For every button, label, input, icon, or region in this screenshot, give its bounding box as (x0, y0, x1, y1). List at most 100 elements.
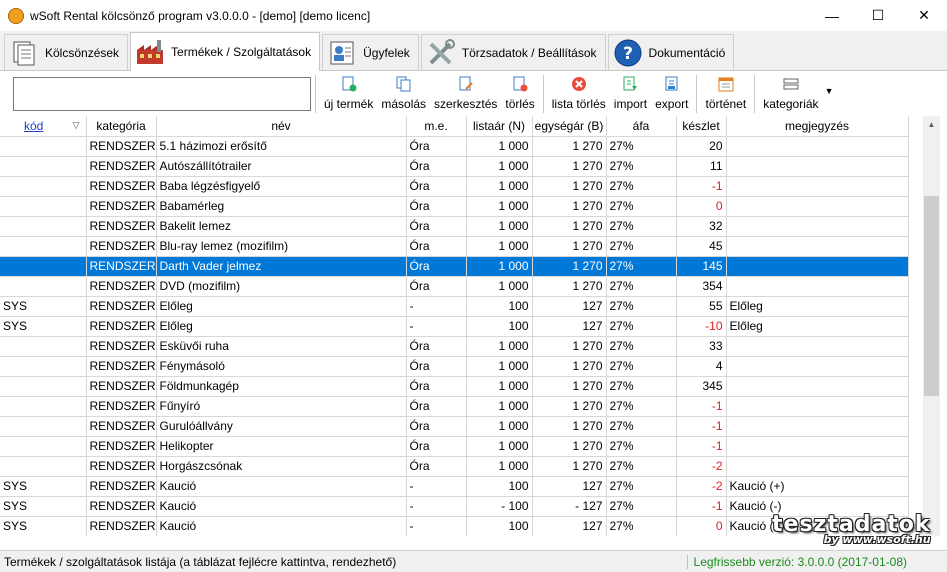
import-button[interactable]: import (610, 72, 651, 111)
cell-listaar: 1 000 (466, 336, 533, 357)
column-header-kategoria[interactable]: kategória (86, 116, 157, 137)
scrollbar-thumb[interactable] (924, 196, 939, 396)
status-bar: Termékek / szolgáltatások listája (a táb… (0, 550, 947, 572)
column-header-kod[interactable]: kód ▽ (0, 116, 87, 137)
cell-egysegar: 1 270 (532, 456, 607, 477)
table-row[interactable]: RENDSZER Baba légzésfigyelő Óra 1 000 1 270 2… (0, 176, 909, 197)
table-row[interactable]: SYS RENDSZER Kaució -100 127 27% -2 Kaució (+) (0, 476, 909, 497)
table-row[interactable]: RENDSZER Fénymásoló Óra 1 000 1 270 27% 4 (0, 356, 909, 377)
cell-afa: 27% (606, 216, 677, 237)
cell-nev: Fénymásoló (156, 356, 407, 377)
column-header-afa[interactable]: áfa (606, 116, 677, 137)
cell-keszlet: 145 (676, 256, 727, 277)
cell-me: - (406, 516, 467, 536)
table-row[interactable]: RENDSZER Darth Vader jelmez Óra 1 000 1 270 2… (0, 256, 909, 277)
search-input[interactable] (13, 77, 311, 111)
cell-kod (0, 276, 87, 297)
table-row[interactable]: RENDSZER Babamérleg Óra 1 000 1 270 27% 0 (0, 196, 909, 217)
cell-me: Óra (406, 236, 467, 257)
export-label: export (655, 97, 689, 111)
cell-megjegyzes: Előleg (726, 296, 909, 317)
table-row[interactable]: RENDSZER Gurulóállvány Óra 1 000 1 270 27% -1 (0, 416, 909, 437)
cell-megjegyzes (726, 436, 909, 457)
cell-kategoria: RENDSZER (86, 196, 157, 217)
table-row[interactable]: SYS RENDSZER Előleg -100 127 27% 55 Előleg (0, 296, 909, 317)
cell-kategoria: RENDSZER (86, 216, 157, 237)
tab-kolcsonzesek[interactable]: Kölcsönzések (4, 34, 129, 70)
contact-card-icon (327, 38, 357, 68)
list-delete-button[interactable]: lista törlés (548, 72, 610, 111)
copy-button[interactable]: másolás (377, 72, 430, 111)
cell-keszlet: 20 (676, 136, 727, 157)
cell-megjegyzes: Kaució (+) (726, 476, 909, 497)
cell-me: Óra (406, 336, 467, 357)
cell-kategoria: RENDSZER (86, 496, 157, 517)
table-row[interactable]: RENDSZER Helikopter Óra 1 000 1 270 27% -1 (0, 436, 909, 457)
table-row[interactable]: RENDSZER Bakelit lemez Óra 1 000 1 270 27% 32 (0, 216, 909, 237)
scroll-up-arrow-icon[interactable]: ▲ (923, 116, 940, 133)
cell-megjegyzes: Előleg (726, 316, 909, 337)
import-label: import (613, 97, 648, 111)
cell-egysegar: 127 (532, 296, 607, 317)
table-row[interactable]: RENDSZER 5.1 házimozi erősítő Óra 1 000 1 27… (0, 136, 909, 157)
cell-nev: Előleg (156, 296, 407, 317)
cell-me: - (406, 476, 467, 497)
cell-afa: 27% (606, 196, 677, 217)
cell-keszlet: 0 (676, 196, 727, 217)
tab-label: Kölcsönzések (45, 45, 120, 60)
cell-egysegar: 127 (532, 476, 607, 497)
close-button[interactable]: ✕ (901, 0, 947, 31)
tab-termekek[interactable]: Termékek / Szolgáltatások (130, 32, 321, 71)
cell-kod (0, 196, 87, 217)
minimize-button[interactable]: — (809, 0, 855, 31)
cell-egysegar: 1 270 (532, 236, 607, 257)
cell-listaar: 1 000 (466, 436, 533, 457)
cell-nev: Darth Vader jelmez (156, 256, 407, 277)
tab-dokumentacio[interactable]: ? Dokumentáció (607, 34, 735, 70)
table-row[interactable]: RENDSZER Blu-ray lemez (mozifilm) Óra 1 000… (0, 236, 909, 257)
cell-afa: 27% (606, 136, 677, 157)
table-row[interactable]: RENDSZER DVD (mozifilm) Óra 1 000 1 270 27% 35… (0, 276, 909, 297)
new-product-button[interactable]: új termék (320, 72, 377, 111)
delete-button[interactable]: törlés (501, 72, 538, 111)
table-row[interactable]: RENDSZER Földmunkagép Óra 1 000 1 270 27% 345 (0, 376, 909, 397)
edit-button[interactable]: szerkesztés (430, 72, 501, 111)
cell-egysegar: 1 270 (532, 156, 607, 177)
cell-kod (0, 136, 87, 157)
column-header-megjegyzes[interactable]: megjegyzés (726, 116, 909, 137)
history-label: történet (705, 97, 747, 111)
cell-listaar: 1 000 (466, 176, 533, 197)
cell-nev: Kaució (156, 476, 407, 497)
table-row[interactable]: RENDSZER Fűnyíró Óra 1 000 1 270 27% -1 (0, 396, 909, 417)
table-row[interactable]: RENDSZER Horgászcsónak Óra 1 000 1 270 27% -2 (0, 456, 909, 477)
tab-torzsadatok[interactable]: Törzsadatok / Beállítások (420, 34, 606, 70)
cell-nev: 5.1 házimozi erősítő (156, 136, 407, 157)
table-row[interactable]: RENDSZER Autószállítótrailer Óra 1 000 1 270… (0, 156, 909, 177)
history-button[interactable]: történet (701, 72, 750, 111)
column-header-listaar[interactable]: listaár (N) (466, 116, 533, 137)
column-header-egysegar[interactable]: egységár (B) (532, 116, 607, 137)
table-row[interactable]: RENDSZER Esküvői ruha Óra 1 000 1 270 27% 33 (0, 336, 909, 357)
cell-afa: 27% (606, 516, 677, 536)
table-row[interactable]: SYS RENDSZER Előleg -100 127 27% -10 Előleg (0, 316, 909, 337)
vertical-scrollbar[interactable]: ▲ (923, 116, 940, 536)
sort-icon[interactable]: ▽ (73, 120, 80, 131)
column-header-nev[interactable]: név (156, 116, 407, 137)
maximize-button[interactable]: ☐ (855, 0, 901, 31)
cell-keszlet: 45 (676, 236, 727, 257)
column-header-me[interactable]: m.e. (406, 116, 467, 137)
cell-kategoria: RENDSZER (86, 316, 157, 337)
cell-kategoria: RENDSZER (86, 136, 157, 157)
export-button[interactable]: export (651, 72, 692, 111)
cell-kod (0, 456, 87, 477)
tab-ugyfelek[interactable]: Ügyfelek (322, 34, 419, 70)
cell-kod (0, 396, 87, 417)
factory-icon (135, 37, 165, 67)
title-bar: wSoft Rental kölcsönző program v3.0.0.0 … (0, 0, 947, 31)
categories-button[interactable]: kategoriák (759, 72, 822, 111)
cell-nev: Babamérleg (156, 196, 407, 217)
cell-keszlet: -2 (676, 476, 727, 497)
column-header-keszlet[interactable]: készlet (676, 116, 727, 137)
cell-me: Óra (406, 196, 467, 217)
chevron-down-icon[interactable]: ▼ (825, 86, 834, 96)
